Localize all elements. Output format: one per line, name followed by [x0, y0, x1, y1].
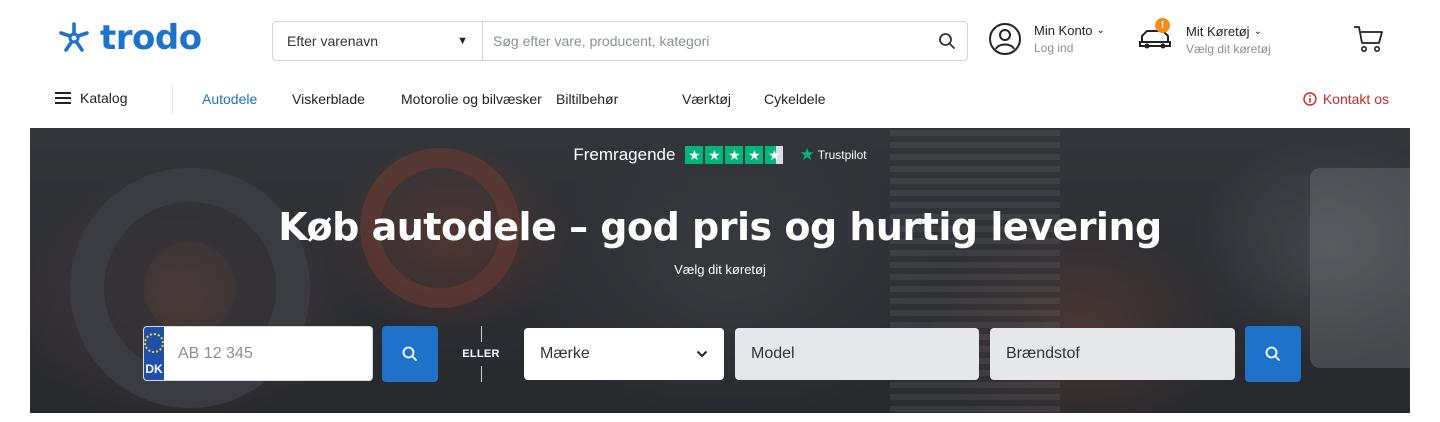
or-separator: ELLER [458, 326, 504, 382]
catalog-menu-button[interactable]: Katalog [54, 90, 127, 106]
model-select[interactable]: Model [735, 328, 979, 380]
vehicle-title: Mit Køretøj [1186, 23, 1250, 39]
main-nav: Katalog Autodele Viskerblade Motorolie o… [0, 78, 1440, 120]
trodo-logo[interactable]: trodo [56, 20, 202, 56]
logo-star-icon [59, 22, 89, 52]
star-icon: ★ [725, 146, 744, 164]
vehicle-icon-wrap: ! [1138, 18, 1172, 57]
vehicle-subtitle: Vælg dit køretøj [1186, 41, 1271, 56]
trustpilot-logo: ★ Trustpilot [799, 145, 866, 165]
cart-button[interactable] [1352, 24, 1384, 59]
account-login-text: Log ind [1034, 41, 1074, 55]
info-icon [1303, 92, 1317, 106]
vehicle-menu[interactable]: ! Mit Køretøj ⌄ Vælg dit køretøj [1138, 18, 1271, 57]
nav-link-biltilbehor[interactable]: Biltilbehør [556, 91, 682, 107]
rating-label: Fremragende [573, 145, 676, 164]
nav-divider [172, 84, 173, 114]
search-icon [939, 33, 955, 49]
star-icon: ★ [705, 146, 724, 164]
account-title: Min Konto [1034, 23, 1093, 38]
account-menu[interactable]: Min Konto ⌄ Log ind [988, 22, 1105, 56]
contact-link[interactable]: Kontakt os [1303, 91, 1389, 107]
search-button[interactable] [927, 22, 967, 60]
star-icon: ★ [685, 146, 704, 164]
nav-links: Autodele Viskerblade Motorolie og bilvæs… [202, 91, 825, 107]
star-icon: ★ [745, 146, 764, 164]
brand-select[interactable]: Mærke [524, 328, 724, 380]
hero-title: Køb autodele – god pris og hurtig leveri… [278, 205, 1162, 249]
hamburger-icon [55, 92, 71, 104]
logo-text: trodo [100, 18, 202, 58]
trustpilot-rating[interactable]: Fremragende ★ ★ ★ ★ ★ ★ Trustpilot [30, 145, 1410, 165]
eu-stars-icon [144, 333, 164, 353]
nav-link-motorolie[interactable]: Motorolie og bilvæsker [401, 91, 556, 107]
hero-subtitle: Vælg dit køretøj [674, 262, 766, 277]
separator-line [480, 366, 482, 382]
search-mode-select[interactable]: Efter varenavn ▼ [273, 22, 483, 60]
trustpilot-label: Trustpilot [817, 148, 867, 162]
separator-line [480, 326, 482, 342]
or-label: ELLER [462, 348, 500, 360]
plate-search-button[interactable] [382, 326, 438, 382]
contact-label: Kontakt os [1322, 91, 1389, 107]
nav-link-autodele[interactable]: Autodele [202, 91, 292, 107]
search-mode-value: Efter varenavn [287, 33, 379, 49]
nav-link-vaerktoj[interactable]: Værktøj [682, 91, 764, 107]
chevron-down-icon: ▼ [457, 35, 468, 47]
chevron-down-icon [696, 350, 708, 358]
user-circle-icon [989, 23, 1021, 55]
vehicle-search-button[interactable] [1245, 326, 1301, 382]
fuel-select-value: Brændstof [1006, 345, 1080, 362]
plate-country: DK [145, 362, 163, 376]
license-plate-input[interactable] [164, 327, 372, 380]
nav-link-viskerblade[interactable]: Viskerblade [292, 91, 401, 107]
vehicle-alert-badge: ! [1155, 18, 1170, 33]
search-icon [1265, 346, 1280, 361]
star-half-icon: ★ [765, 146, 784, 164]
brand-select-value: Mærke [540, 345, 590, 362]
eu-flag-badge: DK [144, 327, 164, 380]
model-select-value: Model [751, 345, 795, 362]
search-input[interactable] [483, 22, 927, 60]
chevron-down-icon: ⌄ [1253, 25, 1262, 37]
chevron-down-icon: ⌄ [1096, 25, 1105, 36]
license-plate-field[interactable]: DK [143, 326, 373, 381]
fuel-select[interactable]: Brændstof [990, 328, 1235, 380]
search-bar: Efter varenavn ▼ [272, 21, 968, 61]
trustpilot-star-icon: ★ [799, 145, 815, 164]
hero-banner: Fremragende ★ ★ ★ ★ ★ ★ Trustpilot Køb a… [30, 128, 1410, 413]
catalog-label: Katalog [80, 90, 128, 106]
search-icon [402, 346, 417, 361]
rating-stars: ★ ★ ★ ★ ★ [685, 146, 784, 164]
nav-link-cykeldele[interactable]: Cykeldele [764, 91, 825, 107]
cart-icon [1354, 26, 1383, 52]
